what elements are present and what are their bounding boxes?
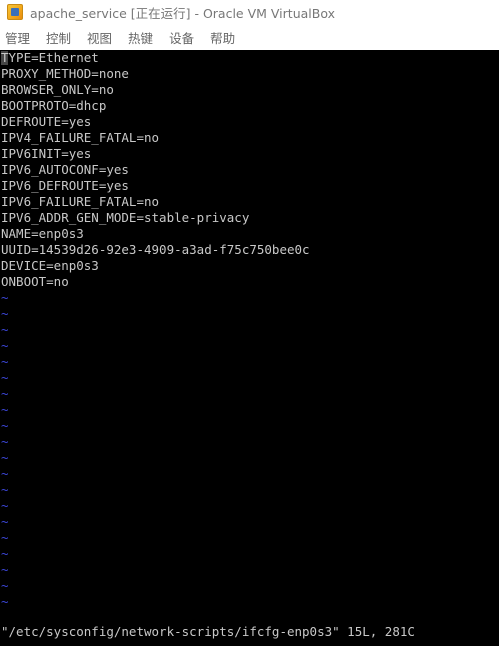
vim-status-line: "/etc/sysconfig/network-scripts/ifcfg-en… [1, 624, 415, 639]
editor-line: BROWSER_ONLY=no [1, 82, 114, 97]
empty-line-marker: ~ [1, 450, 9, 465]
empty-line-marker: ~ [1, 594, 9, 609]
editor-line: IPV6_FAILURE_FATAL=no [1, 194, 160, 209]
empty-line-marker: ~ [1, 290, 9, 305]
menu-item-help[interactable]: 帮助 [210, 28, 235, 47]
empty-line-marker: ~ [1, 402, 9, 417]
empty-line-marker: ~ [1, 322, 9, 337]
editor-line: NAME=enp0s3 [1, 226, 84, 241]
text-cursor [1, 51, 8, 65]
editor-line: IPV6_AUTOCONF=yes [1, 162, 129, 177]
editor-line: IPV6_DEFROUTE=yes [1, 178, 129, 193]
empty-line-marker: ~ [1, 418, 9, 433]
empty-line-marker: ~ [1, 434, 9, 449]
title-bar: apache_service [正在运行] - Oracle VM Virtua… [0, 0, 499, 24]
empty-line-marker: ~ [1, 482, 9, 497]
empty-line-marker: ~ [1, 562, 9, 577]
menu-item-control[interactable]: 控制 [46, 28, 71, 47]
virtualbox-window: apache_service [正在运行] - Oracle VM Virtua… [0, 0, 499, 646]
empty-line-marker: ~ [1, 306, 9, 321]
editor-line: PROXY_METHOD=none [1, 66, 129, 81]
menu-item-view[interactable]: 视图 [87, 28, 112, 47]
editor-line: IPV6_ADDR_GEN_MODE=stable-privacy [1, 210, 250, 225]
editor-line: DEFROUTE=yes [1, 114, 92, 129]
window-title: apache_service [正在运行] - Oracle VM Virtua… [30, 5, 335, 21]
vm-console-screen[interactable]: TYPE=Ethernet PROXY_METHOD=none BROWSER_… [0, 50, 499, 646]
empty-line-marker: ~ [1, 498, 9, 513]
empty-line-marker: ~ [1, 530, 9, 545]
editor-line: DEVICE=enp0s3 [1, 258, 99, 273]
menu-item-hotkeys[interactable]: 热键 [128, 28, 153, 47]
editor-line: IPV4_FAILURE_FATAL=no [1, 130, 160, 145]
empty-line-marker: ~ [1, 370, 9, 385]
empty-line-marker: ~ [1, 578, 9, 593]
editor-line: ONBOOT=no [1, 274, 69, 289]
virtualbox-icon [7, 4, 23, 20]
menu-bar: 管理 控制 视图 热键 设备 帮助 [0, 24, 499, 50]
empty-line-marker: ~ [1, 514, 9, 529]
editor-line: IPV6INIT=yes [1, 146, 92, 161]
menu-item-devices[interactable]: 设备 [169, 28, 194, 47]
empty-line-marker: ~ [1, 466, 9, 481]
empty-line-marker: ~ [1, 338, 9, 353]
empty-line-marker: ~ [1, 386, 9, 401]
editor-line: UUID=14539d26-92e3-4909-a3ad-f75c750bee0… [1, 242, 310, 257]
editor-line: BOOTPROTO=dhcp [1, 98, 107, 113]
editor-line: TYPE=Ethernet [1, 50, 99, 65]
empty-line-marker: ~ [1, 546, 9, 561]
empty-line-marker: ~ [1, 354, 9, 369]
editor-buffer: TYPE=Ethernet PROXY_METHOD=none BROWSER_… [1, 50, 310, 610]
menu-item-manage[interactable]: 管理 [5, 28, 30, 47]
